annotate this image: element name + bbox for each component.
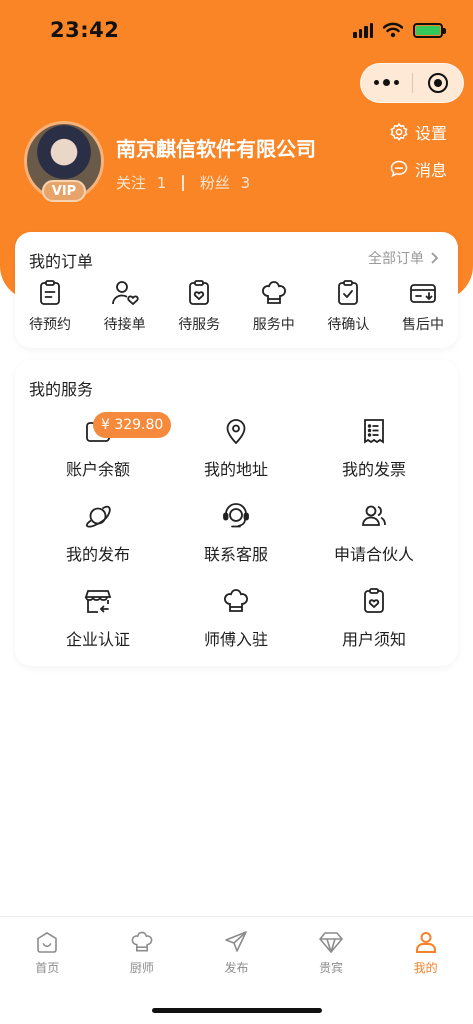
receipt-icon	[364, 419, 384, 444]
card-return-icon	[410, 284, 436, 303]
tab-vip[interactable]: 贵宾	[291, 929, 371, 976]
settings-link[interactable]: 设置	[389, 120, 447, 144]
fans-stat[interactable]: 粉丝 3	[200, 172, 250, 193]
planet-icon	[85, 505, 111, 528]
all-orders-label: 全部订单	[368, 251, 424, 267]
service-contact-support[interactable]: 联系客服	[167, 497, 305, 582]
service-apply-partner[interactable]: 申请合伙人	[305, 497, 443, 582]
all-orders-link[interactable]: 全部订单	[368, 248, 440, 268]
more-button[interactable]	[361, 64, 412, 102]
send-icon	[225, 931, 248, 952]
services-card: 我的服务 ¥ 329.80 账户余额 我的地址 我的发票 我的发布 联系客服 申…	[15, 360, 458, 666]
stat-divider	[182, 174, 184, 191]
home-icon	[37, 932, 58, 953]
service-label: 联系客服	[203, 545, 268, 564]
battery-charging-icon	[413, 22, 446, 38]
chef-hat-icon	[261, 281, 286, 304]
orders-title: 我的订单	[29, 252, 94, 271]
clipboard-check-icon	[338, 280, 359, 305]
order-label: 待确认	[327, 317, 370, 333]
balance-amount-badge: ¥ 329.80	[93, 412, 172, 438]
orders-card: 我的订单 全部订单 待预约 待接单 待服务 服务中 待确认 售后中	[15, 232, 458, 348]
chevron-right-icon	[431, 252, 439, 264]
order-pending-accept[interactable]: 待接单	[90, 278, 160, 334]
tab-publish[interactable]: 发布	[196, 929, 276, 976]
service-chef-join[interactable]: 师傅入驻	[167, 582, 305, 667]
order-label: 售后中	[401, 317, 444, 333]
signal-icon	[353, 22, 373, 38]
user-icon	[415, 932, 436, 953]
tab-label: 首页	[35, 961, 60, 975]
tab-chef[interactable]: 厨师	[102, 929, 182, 976]
chat-bubble-icon	[390, 160, 408, 178]
order-label: 服务中	[252, 317, 295, 333]
clipboard-heart-icon	[189, 280, 210, 305]
messages-label: 消息	[415, 161, 448, 180]
order-label: 待接单	[103, 317, 146, 333]
service-user-notice[interactable]: 用户须知	[305, 582, 443, 667]
services-title: 我的服务	[29, 380, 94, 399]
target-icon	[427, 73, 448, 93]
order-in-service[interactable]: 服务中	[239, 278, 309, 334]
more-dots-icon	[373, 79, 399, 86]
user-heart-icon	[111, 281, 139, 306]
order-label: 待预约	[29, 317, 71, 333]
status-icons	[353, 22, 446, 38]
clipboard-heart-icon	[364, 588, 384, 613]
settings-label: 设置	[415, 124, 448, 143]
follow-count: 1	[156, 174, 167, 192]
service-label: 账户余额	[65, 460, 130, 479]
service-label: 企业认证	[65, 630, 130, 649]
users-icon	[362, 505, 386, 526]
tab-label: 发布	[224, 961, 249, 975]
fans-count: 3	[240, 174, 251, 192]
chef-hat-icon	[131, 931, 153, 952]
home-indicator	[152, 1008, 322, 1013]
service-label: 我的发票	[341, 460, 406, 479]
gear-icon	[390, 122, 408, 141]
status-bar: 23:42	[0, 0, 473, 60]
service-label: 申请合伙人	[333, 545, 414, 564]
service-account-balance[interactable]: ¥ 329.80 账户余额	[29, 412, 172, 497]
order-after-sales[interactable]: 售后中	[388, 278, 458, 334]
close-miniprogram-button[interactable]	[413, 64, 464, 102]
tab-label: 贵宾	[319, 961, 344, 975]
tab-mine[interactable]: 我的	[386, 929, 466, 976]
messages-link[interactable]: 消息	[389, 157, 447, 181]
service-label: 用户须知	[341, 630, 406, 649]
order-pending-appointment[interactable]: 待预约	[15, 278, 85, 334]
clipboard-list-icon	[40, 280, 60, 305]
service-label: 师傅入驻	[203, 630, 268, 649]
service-my-address[interactable]: 我的地址	[167, 412, 305, 497]
tab-label: 厨师	[129, 961, 154, 975]
service-label: 我的地址	[203, 460, 268, 479]
wifi-icon	[383, 22, 403, 38]
chef-hat-icon	[224, 589, 248, 612]
follow-stats: 关注 1 粉丝 3	[116, 172, 250, 193]
service-label: 我的发布	[65, 545, 130, 564]
tab-label: 我的	[413, 961, 438, 975]
follow-label: 关注	[116, 174, 147, 192]
service-my-posts[interactable]: 我的发布	[29, 497, 167, 582]
diamond-icon	[319, 932, 343, 953]
company-name: 南京麒信软件有限公司	[116, 137, 316, 161]
miniprogram-capsule	[360, 63, 464, 103]
service-my-invoice[interactable]: 我的发票	[305, 412, 443, 497]
fans-label: 粉丝	[199, 174, 230, 192]
storefront-icon	[84, 590, 112, 613]
order-label: 待服务	[178, 317, 221, 333]
follow-stat[interactable]: 关注 1	[116, 172, 166, 193]
vip-badge: VIP	[42, 180, 86, 202]
tab-home[interactable]: 首页	[7, 929, 87, 976]
order-pending-service[interactable]: 待服务	[164, 278, 234, 334]
location-pin-icon	[226, 419, 246, 445]
order-pending-confirm[interactable]: 待确认	[313, 278, 383, 334]
service-enterprise-certification[interactable]: 企业认证	[29, 582, 167, 667]
headset-icon	[223, 503, 249, 528]
status-time: 23:42	[50, 18, 120, 42]
